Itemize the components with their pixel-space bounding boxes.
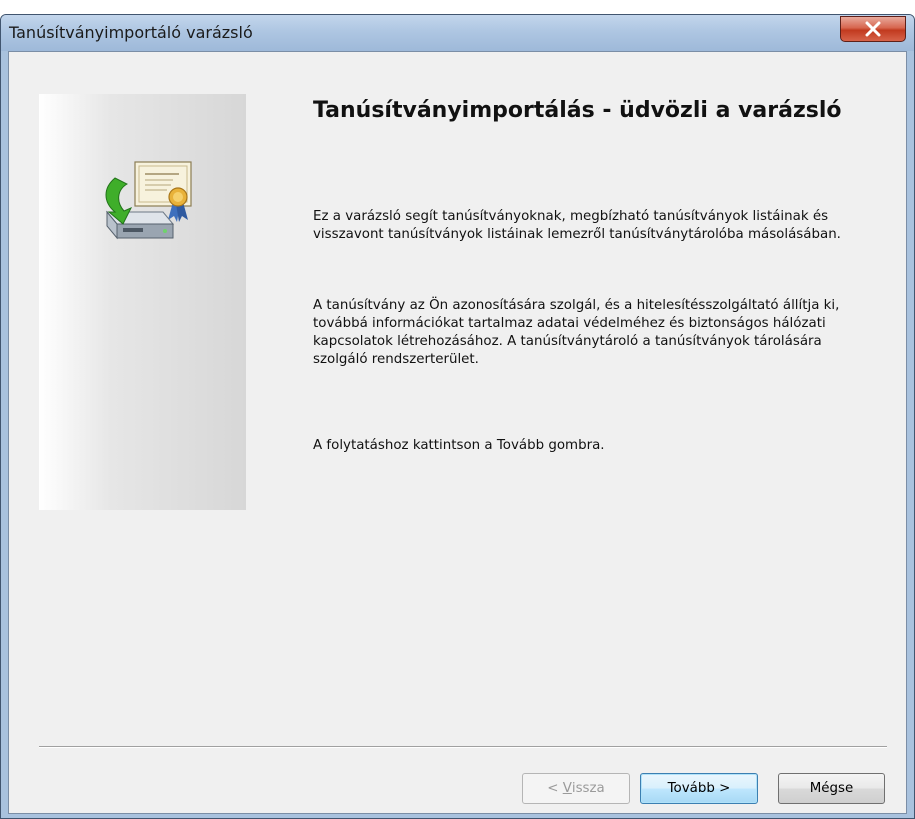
top-strip bbox=[0, 0, 915, 12]
back-prefix: < bbox=[547, 781, 563, 796]
window-title: Tanúsítványimportáló varázsló bbox=[9, 23, 253, 42]
wizard-page: Tanúsítványimportálás - üdvözli a varázs… bbox=[8, 51, 907, 814]
wizard-side-panel bbox=[39, 94, 246, 510]
cancel-button[interactable]: Mégse bbox=[778, 773, 885, 804]
title-bar[interactable]: Tanúsítványimportáló varázsló bbox=[1, 15, 914, 51]
close-button[interactable] bbox=[840, 16, 906, 42]
close-icon bbox=[865, 21, 881, 37]
intro-paragraph: Ez a varázsló segít tanúsítványoknak, me… bbox=[313, 209, 841, 242]
page-heading: Tanúsítványimportálás - üdvözli a varázs… bbox=[313, 98, 842, 123]
back-label-rest: issza bbox=[571, 781, 605, 796]
next-button[interactable]: Tovább > bbox=[640, 773, 758, 804]
certificate-info-paragraph: A tanúsítvány az Ön azonosítására szolgá… bbox=[313, 298, 840, 367]
button-divider bbox=[39, 746, 887, 748]
continue-hint: A folytatáshoz kattintson a Tovább gombr… bbox=[313, 438, 605, 453]
wizard-window: Tanúsítványimportáló varázsló Tanúsítván… bbox=[0, 14, 915, 819]
back-access-key: V bbox=[562, 781, 572, 796]
certificate-import-icon bbox=[105, 161, 192, 240]
back-button[interactable]: < Vissza bbox=[522, 773, 630, 804]
